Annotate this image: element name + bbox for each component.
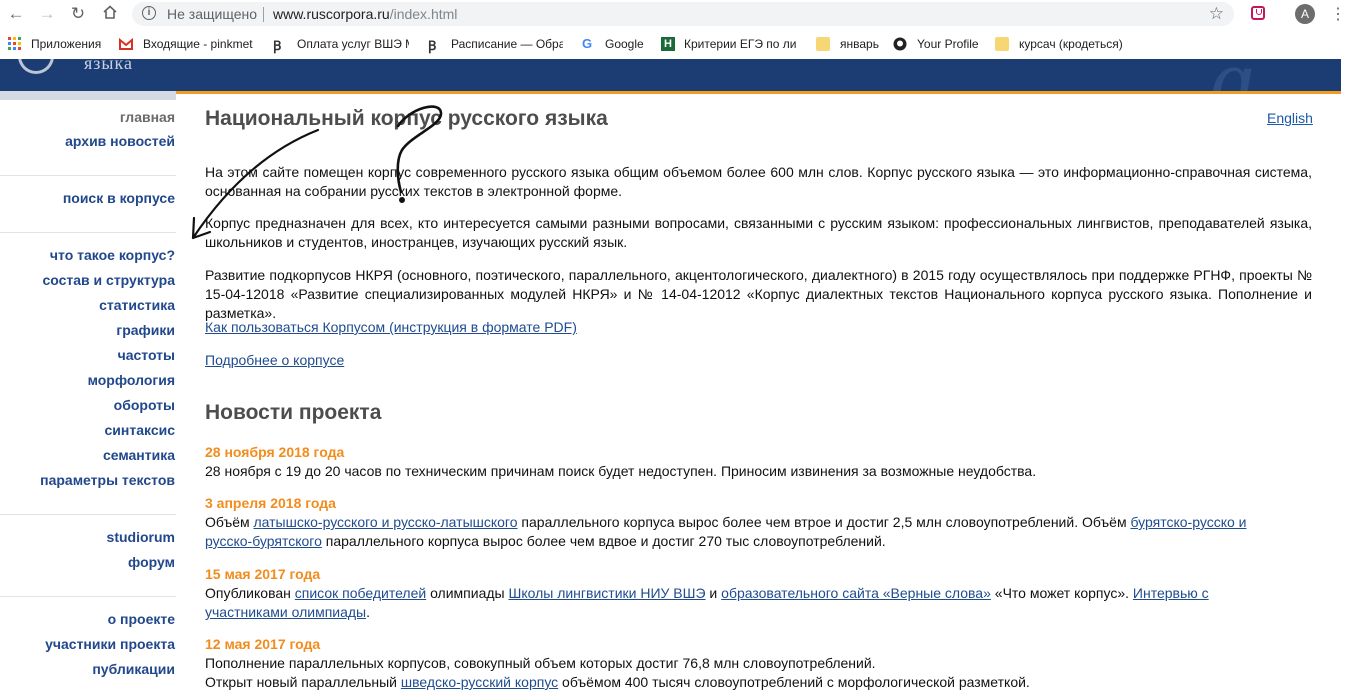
bookmark-hse-payment[interactable]: Оплата услуг ВШЭ М [297, 37, 409, 53]
omnibox-divider [263, 7, 264, 22]
news-text-part: Опубликован [205, 585, 295, 601]
news-date: 15 мая 2017 года [205, 566, 321, 582]
bookmark-github-profile[interactable]: Your Profile [917, 37, 997, 53]
english-link[interactable]: English [1267, 110, 1313, 126]
bookmark-star-icon[interactable]: ☆ [1209, 4, 1224, 24]
site-header: языка ɑ [0, 59, 1351, 91]
sidebar-divider [0, 596, 176, 597]
funding-paragraph: Развитие подкорпусов НКРЯ (основного, по… [205, 267, 1312, 321]
home-icon[interactable] [100, 4, 120, 24]
sidebar-item-home[interactable]: главная [120, 109, 175, 125]
swedish-russian-corpus-link[interactable]: шведско-русский корпус [401, 674, 558, 690]
sidebar-item-studiorum[interactable]: studiorum [107, 529, 175, 545]
bookmark-coursework[interactable]: курсач (кродеться) [1019, 37, 1139, 53]
url-text[interactable]: www.ruscorpora.ru/index.html [273, 6, 457, 22]
news-text: 28 ноября с 19 до 20 часов по технически… [205, 463, 1037, 479]
sidebar-item-structure[interactable]: состав и структура [42, 272, 175, 288]
news-text-part: . [366, 604, 370, 620]
news-heading: Новости проекта [205, 401, 382, 424]
bookmark-january[interactable]: январь [840, 37, 890, 53]
vernye-slova-site-link[interactable]: образовательного сайта «Верные слова» [721, 585, 991, 601]
bookmarks-bar: Приложения Входящие - pinkmet Ꞵ Оплата у… [0, 28, 1351, 60]
h-icon: H [661, 37, 675, 51]
news-text-part: параллельного корпуса вырос более чем вд… [321, 533, 886, 549]
sidebar-item-search[interactable]: поиск в корпусе [63, 190, 175, 206]
hse-icon: Ꞵ [428, 38, 437, 53]
menu-kebab-icon[interactable]: ⋮ [1330, 4, 1346, 24]
sidebar-item-publications[interactable]: публикации [92, 661, 175, 677]
sidebar-item-text-params[interactable]: параметры текстов [40, 472, 175, 488]
sidebar-divider [0, 514, 176, 515]
info-icon[interactable]: i [142, 6, 156, 20]
sidebar-item-graphs[interactable]: графики [116, 322, 175, 338]
sidebar-item-participants[interactable]: участники проекта [45, 636, 175, 652]
bookmark-ege[interactable]: Критерии ЕГЭ по ли [684, 37, 799, 53]
bookmark-gmail[interactable]: Входящие - pinkmet [143, 37, 255, 53]
news-date: 28 ноября 2018 года [205, 444, 345, 460]
hse-linguistics-school-link[interactable]: Школы лингвистики НИУ ВШЭ [508, 585, 705, 601]
apps-grid-icon [8, 37, 21, 50]
news-date: 3 апреля 2018 года [205, 495, 336, 511]
news-text-part: олимпиады [426, 585, 509, 601]
news-text: Объём латышско-русского и русско-латышск… [205, 513, 1275, 551]
reload-icon[interactable]: ↻ [68, 4, 88, 24]
sidebar-top-strip [0, 91, 176, 100]
audience-paragraph: Корпус предназначен для всех, кто интере… [205, 215, 1312, 250]
not-secure-label: Не защищено [167, 6, 257, 22]
news-text: Опубликован список победителей олимпиады… [205, 584, 1275, 622]
orange-divider [176, 91, 1341, 94]
ruscorpora-logo-icon [18, 59, 54, 74]
url-path: /index.html [389, 6, 458, 22]
news-text-part: Открыт новый параллельный [205, 674, 401, 690]
intro-paragraph: На этом сайте помещен корпус современног… [205, 164, 1312, 199]
howto-pdf-link[interactable]: Как пользоваться Корпусом (инструкция в … [205, 318, 577, 337]
bookmark-apps[interactable]: Приложения [31, 37, 111, 53]
news-text: Открыт новый параллельный шведско-русски… [205, 673, 1275, 692]
back-arrow-icon[interactable]: ← [6, 4, 26, 24]
sidebar-item-phrases[interactable]: обороты [114, 397, 175, 413]
page-title: Национальный корпус русского языка [205, 107, 608, 130]
sidebar-item-what-is-corpus[interactable]: что такое корпус? [50, 247, 175, 263]
news-text: Пополнение параллельных корпусов, совоку… [205, 655, 876, 671]
bookmark-google[interactable]: Google [605, 37, 655, 53]
sidebar-item-about[interactable]: о проекте [108, 611, 175, 627]
forward-arrow-icon[interactable]: → [37, 4, 57, 24]
bookmark-schedule[interactable]: Расписание — Обра [451, 37, 563, 53]
hse-icon: Ꞵ [273, 38, 282, 53]
site-brand: языка [84, 59, 133, 73]
sidebar-item-syntax[interactable]: синтаксис [105, 422, 176, 438]
winners-list-link[interactable]: список победителей [295, 585, 426, 601]
sidebar-item-morphology[interactable]: морфология [88, 372, 175, 388]
google-icon: G [582, 36, 593, 51]
news-text-part: Объём [205, 514, 254, 530]
sidebar-item-semantics[interactable]: семантика [103, 447, 175, 463]
folder-icon [816, 37, 830, 51]
news-date: 12 мая 2017 года [205, 636, 321, 652]
news-text-part: параллельного корпуса вырос более чем вт… [517, 514, 1131, 530]
sidebar-item-frequencies[interactable]: частоты [118, 347, 175, 363]
latvian-russian-corpus-link[interactable]: латышско-русского и русско-латышского [254, 514, 518, 530]
github-icon [893, 37, 907, 51]
profile-avatar[interactable]: A [1295, 4, 1315, 24]
header-watermark-icon: ɑ [1210, 59, 1255, 91]
news-text-part: объёмом 400 тысяч словоупотреблений с мо… [558, 674, 1030, 690]
news-text-part: и [705, 585, 722, 601]
handdrawn-annotations [191, 105, 443, 240]
gmail-icon [119, 37, 133, 50]
url-domain: www.ruscorpora.ru [273, 6, 390, 22]
page-scrollbar[interactable] [1341, 59, 1351, 685]
extension-pocket-icon[interactable] [1251, 6, 1265, 20]
browser-toolbar: ← → ↻ i Не защищено www.ruscorpora.ru/in… [0, 0, 1351, 29]
sidebar-divider [0, 175, 176, 176]
sidebar-nav: главная архив новостей поиск в корпусе ч… [0, 100, 176, 685]
news-text-part: «Что может корпус». [990, 585, 1133, 601]
address-bar[interactable]: i Не защищено www.ruscorpora.ru/index.ht… [132, 2, 1234, 26]
sidebar-item-statistics[interactable]: статистика [99, 297, 175, 313]
sidebar-item-news-archive[interactable]: архив новостей [65, 133, 175, 149]
sidebar-divider [0, 232, 176, 233]
sidebar-item-forum[interactable]: форум [128, 554, 175, 570]
folder-icon [995, 37, 1009, 51]
more-about-link[interactable]: Подробнее о корпусе [205, 351, 344, 370]
